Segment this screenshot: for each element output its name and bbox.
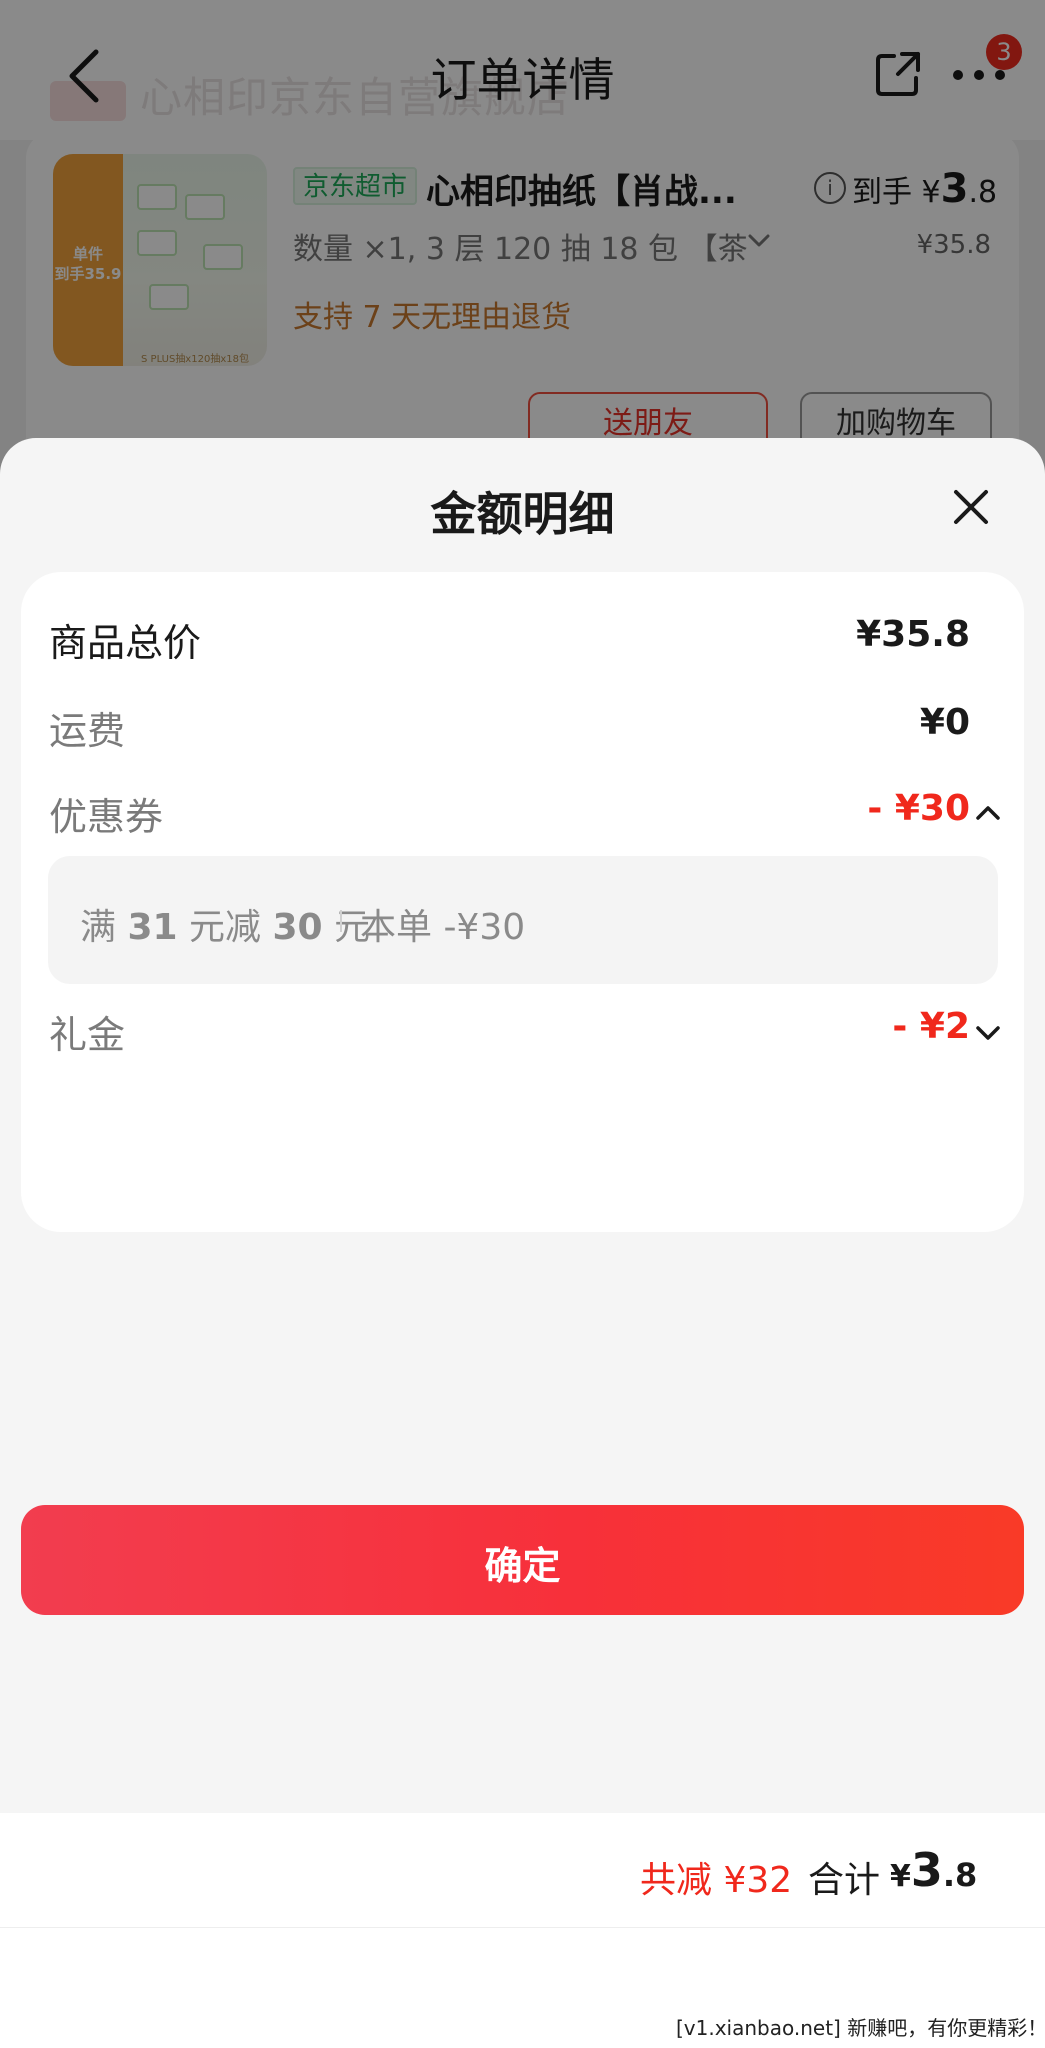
confirm-button[interactable]: 确定 — [21, 1505, 1024, 1615]
total-reduce: 共减 ¥32 — [640, 1860, 793, 1901]
goods-total-label: 商品总价 — [49, 621, 202, 665]
coupon-divider — [340, 910, 342, 932]
close-icon[interactable] — [948, 484, 994, 530]
shipping-value: ¥0 — [919, 702, 970, 743]
coupon-detail-box: 满 31 元减 30 元 本单 -¥30 — [48, 856, 998, 984]
coupon-applied: 本单 -¥30 — [360, 907, 526, 948]
shipping-label: 运费 — [49, 709, 126, 753]
coupon-condition: 满 31 元减 30 元 — [80, 898, 370, 950]
total-currency: ¥ — [890, 1859, 911, 1894]
coupon-middle: 元减 — [189, 907, 262, 948]
coupon-value[interactable]: - ¥30 — [867, 788, 970, 829]
watermark: [v1.xianbao.net] 新赚吧，有你更精彩！ — [676, 2016, 1045, 2040]
sheet-title: 金额明细 — [430, 487, 615, 541]
total-label: 合计 — [808, 1860, 881, 1901]
total-dec: .8 — [942, 1856, 978, 1894]
gift-money-label[interactable]: 礼金 — [49, 1004, 125, 1059]
footer-divider — [0, 1927, 1045, 1928]
total-int: 3 — [910, 1843, 943, 1897]
chevron-down-icon[interactable] — [975, 1024, 1001, 1042]
amount-detail-sheet: 金额明细 商品总价 ¥35.8 运费 ¥0 优惠券 - ¥30 满 31 元减 … — [0, 438, 1045, 2048]
coupon-threshold: 31 — [127, 907, 178, 948]
amount-detail-card: 商品总价 ¥35.8 运费 ¥0 优惠券 - ¥30 满 31 元减 30 元 … — [21, 572, 1024, 1232]
coupon-label[interactable]: 优惠券 — [49, 786, 163, 841]
confirm-label: 确定 — [484, 1544, 561, 1588]
gift-money-value[interactable]: - ¥2 — [892, 1006, 970, 1047]
coupon-discount: 30 — [272, 907, 323, 948]
chevron-up-icon[interactable] — [975, 804, 1001, 822]
coupon-prefix: 满 — [80, 907, 117, 948]
goods-total-value: ¥35.8 — [856, 614, 970, 655]
total-price: ¥3.8 — [890, 1843, 977, 1897]
